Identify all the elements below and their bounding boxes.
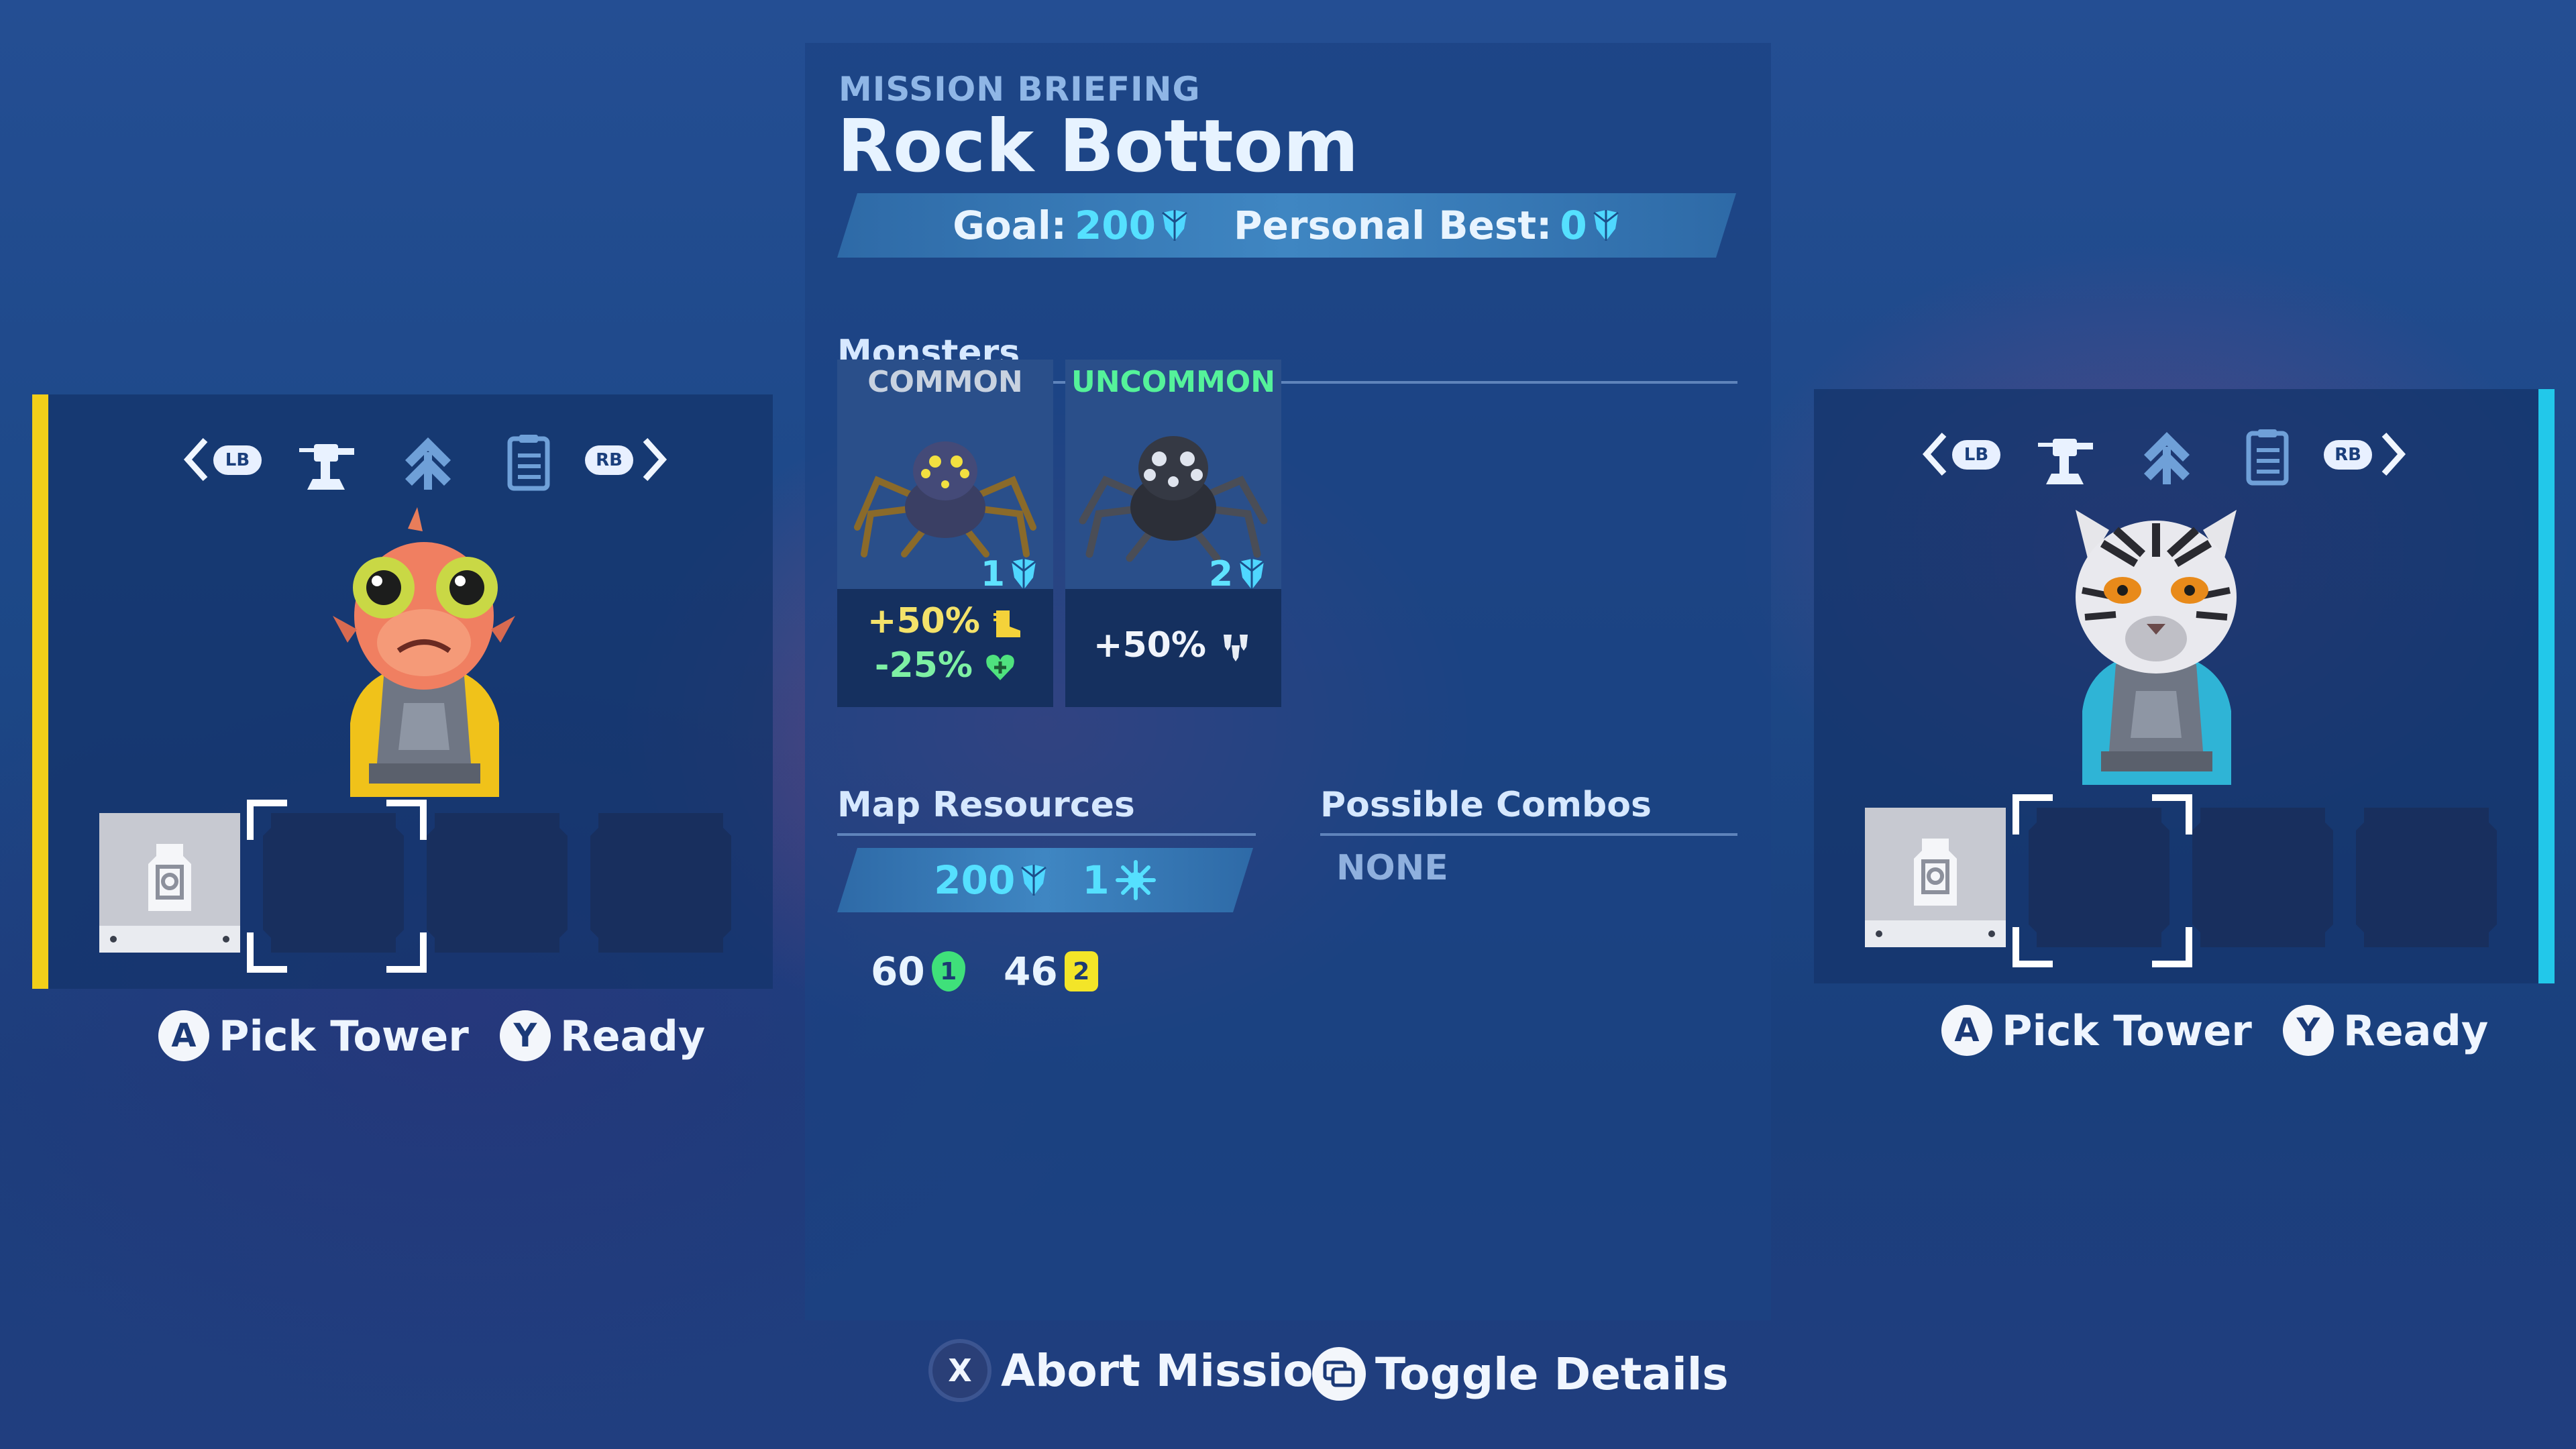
right-prompts: A Pick Tower Y Ready (1941, 1005, 2488, 1056)
turret-icon[interactable] (294, 431, 358, 495)
tower-slot-1[interactable] (1865, 808, 2006, 947)
modifier-spawn: +50% (1065, 625, 1281, 665)
abort-mission-label[interactable]: Abort Mission (1001, 1345, 1345, 1397)
chevron-right-icon[interactable] (639, 436, 668, 483)
selection-bracket (2152, 794, 2192, 835)
a-button-icon[interactable]: A (158, 1010, 209, 1061)
resource-badge-icon: 1 (931, 951, 965, 991)
mission-briefing-panel: MISSION BRIEFING Rock Bottom Goal: 200 P… (805, 43, 1771, 1320)
crystal-icon (1237, 557, 1267, 591)
tiger-character (2076, 510, 2237, 785)
crystal-count: 200 (934, 857, 1016, 903)
tower-slot-3[interactable] (427, 813, 568, 953)
tab-row: LB RB (1814, 421, 2538, 488)
tower-slot-3[interactable] (2192, 808, 2333, 947)
pick-tower-label[interactable]: Pick Tower (2002, 1006, 2252, 1055)
selection-bracket (386, 800, 427, 840)
turret-icon[interactable] (2033, 425, 2097, 490)
crystal-icon (1019, 863, 1049, 897)
toggle-details-prompt[interactable]: Toggle Details (1312, 1347, 1729, 1401)
combos-value: NONE (1336, 848, 1448, 888)
speed-boot-icon (994, 610, 1021, 637)
selection-bracket (2012, 927, 2053, 967)
spawn-group-icon (1224, 635, 1248, 661)
crystal-icon (1160, 209, 1189, 242)
monster-modifiers: +50% (1065, 589, 1281, 707)
divider (1320, 833, 1737, 836)
player-panel-right: LB RB (1814, 389, 2555, 983)
upgrade-chevrons-icon[interactable] (2135, 425, 2199, 490)
rb-bumper[interactable]: RB (585, 445, 633, 475)
selection-bracket (247, 800, 287, 840)
y-button-icon[interactable]: Y (499, 1010, 551, 1061)
divider (837, 833, 1256, 836)
map-resources-heading: Map Resources (837, 785, 1135, 825)
abort-mission-prompt[interactable]: X Abort Mission (928, 1339, 1345, 1402)
tab-row: LB RB (48, 427, 773, 494)
rarity-label: UNCOMMON (1071, 365, 1276, 399)
monster-card-common[interactable]: COMMON 1 +50% -25% (837, 360, 1053, 707)
player-panel-left: LB RB (32, 394, 773, 989)
mission-title: Rock Bottom (837, 105, 1359, 189)
selection-bracket (2012, 794, 2053, 835)
x-button-icon[interactable]: X (928, 1339, 991, 1402)
rb-bumper[interactable]: RB (2324, 440, 2372, 470)
chevron-left-icon[interactable] (182, 436, 212, 483)
resource-count-2: 46 2 (1004, 949, 1098, 994)
best-label: Personal Best: (1234, 203, 1552, 248)
selection-bracket (247, 932, 287, 973)
ready-label[interactable]: Ready (2343, 1006, 2488, 1055)
resource-bar: 200 1 (837, 848, 1253, 912)
energy-splat-icon (1115, 859, 1157, 901)
modifier-speed: +50% (837, 601, 1053, 641)
tower-slots (99, 800, 743, 973)
crystal-icon (1591, 209, 1621, 242)
tower-token-icon (129, 837, 210, 918)
a-button-icon[interactable]: A (1941, 1005, 1992, 1056)
upgrade-chevrons-icon[interactable] (396, 431, 460, 495)
clipboard-icon[interactable] (2235, 425, 2300, 490)
ready-label[interactable]: Ready (560, 1012, 705, 1061)
tower-slots (1865, 794, 2509, 967)
chevron-right-icon[interactable] (2377, 431, 2407, 478)
lb-bumper[interactable]: LB (1952, 440, 2000, 470)
rarity-label: COMMON (867, 365, 1023, 399)
tower-slot-4[interactable] (590, 813, 731, 953)
chevron-left-icon[interactable] (1921, 431, 1951, 478)
clipboard-icon[interactable] (496, 431, 561, 495)
tower-token-icon (1895, 832, 1976, 912)
combos-heading: Possible Combos (1320, 785, 1652, 825)
left-prompts: A Pick Tower Y Ready (158, 1010, 705, 1061)
tower-slot-4[interactable] (2356, 808, 2497, 947)
fish-character (333, 507, 515, 797)
resource-count-1: 60 1 (871, 949, 965, 994)
tower-slot-1[interactable] (99, 813, 240, 953)
best-value: 0 (1560, 203, 1587, 248)
y-button-icon[interactable]: Y (2282, 1005, 2334, 1056)
lb-bumper[interactable]: LB (213, 445, 262, 475)
monster-modifiers: +50% -25% (837, 589, 1053, 707)
resource-badge-icon: 2 (1064, 951, 1098, 991)
energy-count: 1 (1082, 857, 1110, 903)
monster-card-uncommon[interactable]: UNCOMMON 2 +50% (1065, 360, 1281, 707)
pick-tower-label[interactable]: Pick Tower (219, 1012, 469, 1061)
goal-value: 200 (1074, 203, 1157, 248)
monster-cost: 2 (1209, 554, 1267, 594)
health-heart-icon (986, 655, 1014, 680)
goal-label: Goal: (953, 203, 1067, 248)
selection-bracket (2152, 927, 2192, 967)
view-toggle-icon[interactable] (1312, 1347, 1366, 1401)
modifier-health: -25% (837, 645, 1053, 686)
briefing-kicker: MISSION BRIEFING (839, 70, 1201, 109)
crystal-icon (1009, 557, 1038, 591)
monster-cost: 1 (981, 554, 1038, 594)
toggle-details-label[interactable]: Toggle Details (1375, 1348, 1729, 1400)
selection-bracket (386, 932, 427, 973)
goal-bar: Goal: 200 Personal Best: 0 (837, 193, 1736, 258)
